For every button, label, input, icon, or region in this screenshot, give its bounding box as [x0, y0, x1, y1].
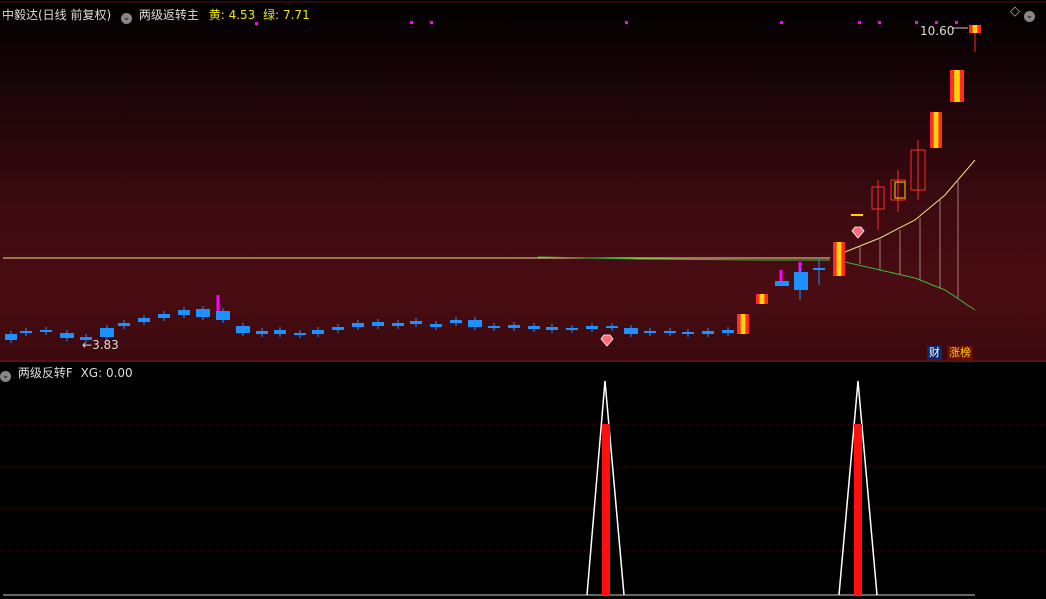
candle-body-2: [40, 330, 52, 332]
limit-up-1-inner: [740, 314, 746, 334]
sub-chart-header: ⌄ 两级反转F XG: 0.00: [0, 364, 133, 382]
high-price-label: 10.60: [920, 24, 955, 38]
candle-body-18: [352, 323, 364, 327]
candle-body-25: [488, 326, 500, 328]
candle-body-34: [664, 331, 676, 333]
candle-body-37: [722, 330, 734, 333]
signal-chart: [0, 380, 1046, 596]
magenta-dot-4: [858, 21, 861, 24]
sub-chart-panel[interactable]: ⌄ 两级反转F XG: 0.00: [0, 362, 1046, 599]
signal-bar-1: [602, 424, 610, 595]
candle-body-7: [138, 318, 150, 322]
candle-body-29: [566, 328, 578, 330]
chart-header: 中毅达(日线 前复权) ⌄ 两级返转主 黄: 4.53 绿: 7.71: [2, 6, 310, 24]
zhangbang-tag[interactable]: 涨榜: [947, 346, 973, 360]
candle-body-23: [450, 320, 462, 323]
candle-body-35: [682, 332, 694, 334]
candle-body-19: [372, 322, 384, 326]
candle-body-36: [702, 331, 714, 334]
circle-toggle-icon[interactable]: ⌄: [1024, 6, 1038, 22]
yellow-value: 4.53: [228, 8, 256, 22]
candle-body-20: [392, 323, 404, 326]
yellow-label: 黄:: [208, 8, 225, 22]
gem-signal-icon-2-shape: [851, 226, 865, 239]
gem-signal-icon-1-shape: [600, 334, 614, 347]
magenta-dot-5: [878, 21, 881, 24]
candle-body-12: [236, 326, 250, 333]
candle-body-13: [256, 331, 268, 334]
gem-signal-icon-1: [600, 334, 614, 347]
diamond-icon[interactable]: ◇: [1010, 4, 1020, 19]
sub-chart-title[interactable]: 两级反转F: [18, 366, 73, 380]
funnel-lower: [844, 261, 976, 311]
green-label: 绿:: [263, 8, 280, 22]
candle-body-24: [468, 320, 482, 327]
magenta-dot-6: [915, 21, 918, 24]
small-candle: [851, 214, 863, 216]
magenta-dot-0: [410, 21, 413, 24]
candle-body-0: [5, 334, 17, 340]
stock-title: 中毅达(日线 前复权): [2, 8, 112, 22]
candle-body-9: [178, 310, 190, 315]
candle-body-21: [410, 321, 422, 324]
circle-toggle-icon[interactable]: ⌄: [121, 13, 133, 24]
xg-label: XG:: [80, 366, 103, 380]
candle-body-22: [430, 324, 442, 327]
candle-body-6: [118, 323, 130, 326]
signal-bar-2: [854, 424, 862, 595]
limit-up-2-inner: [759, 294, 765, 304]
indicator-name[interactable]: 两级返转主: [139, 8, 199, 22]
candle-body-b1: [775, 281, 789, 286]
funnel-upper: [844, 159, 976, 253]
cai-tag[interactable]: 财: [927, 346, 942, 360]
candle-body-16: [312, 330, 324, 334]
candle-body-b2: [794, 272, 808, 290]
candle-body-1: [20, 331, 32, 333]
limit-up-4-inner: [933, 112, 939, 148]
candle-body-17: [332, 327, 344, 330]
candle-body-33: [644, 331, 656, 333]
limit-up-3-inner: [836, 242, 842, 276]
candle-body-28: [546, 327, 558, 330]
magenta-dot-1: [430, 21, 433, 24]
low-price-value: 3.83: [92, 338, 119, 352]
candle-body-3: [60, 333, 74, 338]
candle-body-11: [216, 311, 230, 320]
candle-body-32: [624, 328, 638, 334]
candle-body-27: [528, 326, 540, 329]
candle-body-14: [274, 330, 286, 334]
main-chart-panel[interactable]: 中毅达(日线 前复权) ⌄ 两级返转主 黄: 4.53 绿: 7.71 ◇ ⌄ …: [0, 0, 1046, 360]
candle-body-5: [100, 328, 114, 337]
xg-value: 0.00: [105, 366, 133, 380]
candle-body-30: [586, 326, 598, 329]
green-value: 7.71: [282, 8, 310, 22]
candle-body-10: [196, 309, 210, 317]
limit-up-5-inner: [954, 70, 960, 102]
gem-signal-icon-2: [851, 226, 865, 239]
candle-body-15: [294, 333, 306, 335]
low-price-label: ←3.83: [82, 338, 119, 352]
magenta-dot-2: [625, 21, 628, 24]
circle-toggle-icon[interactable]: ⌄: [0, 371, 11, 382]
limit-up-6-inner: [972, 25, 978, 33]
candle-body-b3: [813, 268, 825, 270]
hollow-inner-yellow: [894, 181, 906, 199]
candle-body-8: [158, 314, 170, 318]
candlestick-chart: [0, 1, 1046, 347]
magenta-dot-3: [780, 21, 783, 24]
magenta-dot-8: [955, 21, 958, 24]
candle-body-31: [606, 326, 618, 328]
candle-body-26: [508, 325, 520, 328]
